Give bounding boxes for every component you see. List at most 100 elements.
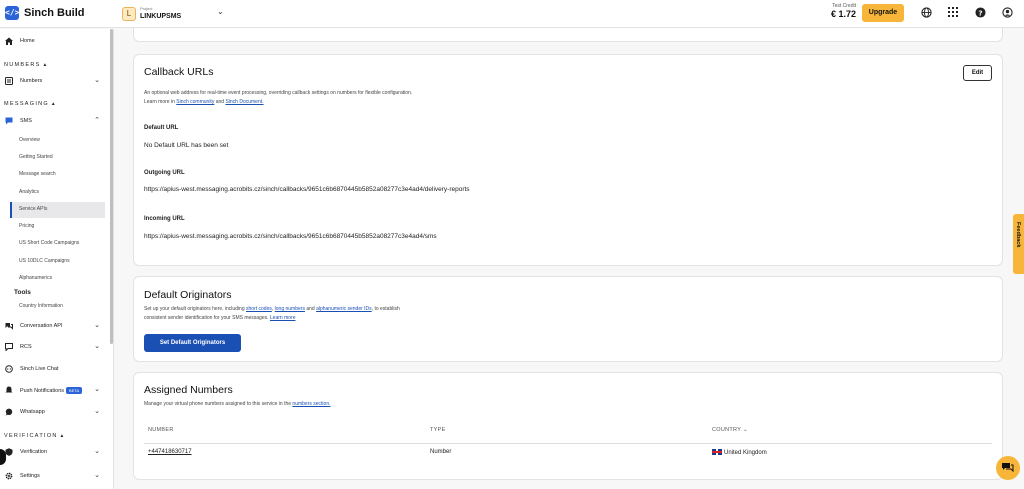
chevron-down-icon: ⌄ <box>217 7 224 16</box>
chevron-down-icon: ⌄ <box>94 408 100 415</box>
section-label: NUMBERS <box>4 62 41 68</box>
globe-icon[interactable] <box>920 7 932 19</box>
sidebar-item-numbers[interactable]: Numbers ⌄ <box>0 73 108 89</box>
bell-icon <box>5 386 13 394</box>
sidebar-item-getting-started[interactable]: Getting Started <box>19 154 53 160</box>
sidebar: Home NUMBERS ▴ Numbers ⌄ MESSAGING ▴ SMS… <box>0 29 114 489</box>
sidebar-item-pricing[interactable]: Pricing <box>19 223 34 229</box>
project-name: LINKUPSMS <box>140 13 182 20</box>
long-numbers-link[interactable]: long numbers <box>275 306 305 312</box>
section-label: MESSAGING <box>4 101 50 107</box>
sidebar-item-rcs[interactable]: RCS ⌄ <box>0 339 108 355</box>
column-header-type[interactable]: TYPE <box>430 427 446 433</box>
sinch-community-link[interactable]: Sinch community <box>176 99 214 105</box>
previous-card <box>133 28 1003 42</box>
callback-description: An optional web address for real-time ev… <box>144 89 412 107</box>
assigned-numbers-title: Assigned Numbers <box>144 384 233 396</box>
originators-description: Set up your default originators here, in… <box>144 305 400 323</box>
sidebar-item-message-search[interactable]: Message search <box>19 171 56 177</box>
sidebar-item-label: Numbers <box>20 78 43 84</box>
sidebar-item-label: Push Notifications BETA <box>20 387 83 394</box>
edit-button[interactable]: Edit <box>963 65 992 81</box>
top-bar: </> Sinch Build L Project LINKUPSMS ⌄ Te… <box>0 0 1024 28</box>
number-link[interactable]: +447418630717 <box>148 449 192 455</box>
description-line: An optional web address for real-time ev… <box>144 90 413 96</box>
caret-up-icon: ▴ <box>51 101 56 107</box>
sidebar-item-conversation-api[interactable]: Conversation API ⌄ <box>0 318 108 334</box>
project-avatar: L <box>122 7 136 21</box>
description-text: and <box>214 99 226 105</box>
incoming-url-value: https://apius-west.messaging.acrobits.cz… <box>144 233 437 240</box>
sidebar-item-analytics[interactable]: Analytics <box>19 189 39 195</box>
sidebar-item-push-notifications[interactable]: Push Notifications BETA ⌄ <box>0 382 108 398</box>
live-chat-icon <box>5 365 13 373</box>
sidebar-item-label: Sinch Live Chat <box>20 366 59 372</box>
default-originators-card: Default Originators Set up your default … <box>133 276 1003 362</box>
account-icon[interactable] <box>1001 7 1013 19</box>
short-codes-link[interactable]: short codes <box>246 306 272 312</box>
chevron-down-icon: ⌄ <box>94 77 100 84</box>
whatsapp-icon <box>5 408 13 416</box>
outgoing-url-label: Outgoing URL <box>144 170 185 176</box>
section-label: VERIFICATION <box>4 433 58 439</box>
numbers-section-link[interactable]: numbers section. <box>292 401 330 407</box>
description-text: Learn more in <box>144 99 177 105</box>
sms-icon <box>5 117 13 125</box>
default-url-label: Default URL <box>144 125 179 131</box>
default-url-value: No Default URL has been set <box>144 142 229 149</box>
sidebar-item-label: Verification <box>20 449 47 455</box>
chat-icon <box>1002 463 1014 473</box>
sidebar-item-settings[interactable]: Settings ⌄ <box>0 468 108 484</box>
uk-flag-icon <box>712 449 722 455</box>
sidebar-item-alphanumerics[interactable]: Alphanumerics <box>19 275 52 281</box>
tools-label: Tools <box>14 289 31 296</box>
sidebar-scrollbar[interactable] <box>110 29 113 344</box>
sidebar-item-whatsapp[interactable]: Whatsapp ⌄ <box>0 404 108 420</box>
outgoing-url-value: https://apius-west.messaging.acrobits.cz… <box>144 186 470 193</box>
assigned-numbers-card: Assigned Numbers Manage your virtual pho… <box>133 372 1003 480</box>
column-header-label: COUNTRY <box>712 427 742 433</box>
sidebar-item-overview[interactable]: Overview <box>19 137 40 143</box>
sidebar-item-us-short-code[interactable]: US Short Code Campaigns <box>19 240 79 246</box>
callback-title: Callback URLs <box>144 66 214 78</box>
upgrade-button[interactable]: Upgrade <box>862 4 904 22</box>
sidebar-item-us-10dlc[interactable]: US 10DLC Campaigns <box>19 258 70 264</box>
sidebar-item-country-information[interactable]: Country Information <box>19 303 63 309</box>
callback-urls-card: Callback URLs Edit An optional web addre… <box>133 54 1003 266</box>
chat-widget-button[interactable] <box>996 456 1020 480</box>
verification-icon <box>5 448 13 456</box>
sidebar-item-service-apis[interactable]: Service APIs <box>19 206 47 212</box>
sidebar-item-verification[interactable]: Verification ⌄ <box>0 444 108 460</box>
country-cell: United Kingdom <box>712 449 767 456</box>
sidebar-item-label: SMS <box>20 118 32 124</box>
rcs-icon <box>5 343 13 352</box>
sidebar-item-label: Conversation API <box>20 323 63 329</box>
column-header-country[interactable]: COUNTRY ⌄ <box>712 427 748 433</box>
sidebar-item-live-chat[interactable]: Sinch Live Chat <box>0 361 108 377</box>
description-text: Set up your default originators here, in… <box>144 306 247 312</box>
table-divider <box>144 443 992 444</box>
verification-section-header[interactable]: VERIFICATION ▴ <box>4 433 65 439</box>
help-icon[interactable]: ? <box>974 7 986 19</box>
apps-grid-icon[interactable] <box>947 7 959 19</box>
country-name: United Kingdom <box>724 450 767 456</box>
sidebar-item-home[interactable]: Home <box>0 33 108 49</box>
numbers-section-header[interactable]: NUMBERS ▴ <box>4 62 48 68</box>
caret-up-icon: ▴ <box>60 433 65 439</box>
sinch-logo-icon[interactable]: </> <box>5 6 19 20</box>
messaging-section-header[interactable]: MESSAGING ▴ <box>4 101 56 107</box>
alphanumeric-sender-ids-link[interactable]: alphanumeric sender IDs <box>316 306 372 312</box>
project-selector[interactable]: L Project LINKUPSMS ⌄ <box>120 4 230 24</box>
set-default-originators-button[interactable]: Set Default Originators <box>144 334 241 352</box>
sinch-document-link[interactable]: Sinch Document. <box>225 99 263 105</box>
column-header-number[interactable]: NUMBER <box>148 427 174 433</box>
sidebar-item-sms[interactable]: SMS ⌃ <box>0 113 108 129</box>
conversation-icon <box>5 322 13 330</box>
svg-text:?: ? <box>978 8 982 17</box>
sidebar-item-label: Home <box>20 38 35 44</box>
sort-icon: ⌄ <box>742 427 748 433</box>
numbers-icon <box>5 77 13 85</box>
learn-more-link[interactable]: Learn more <box>270 315 296 321</box>
description-text: consistent sender identification for you… <box>144 315 270 321</box>
caret-up-icon: ▴ <box>43 62 48 68</box>
